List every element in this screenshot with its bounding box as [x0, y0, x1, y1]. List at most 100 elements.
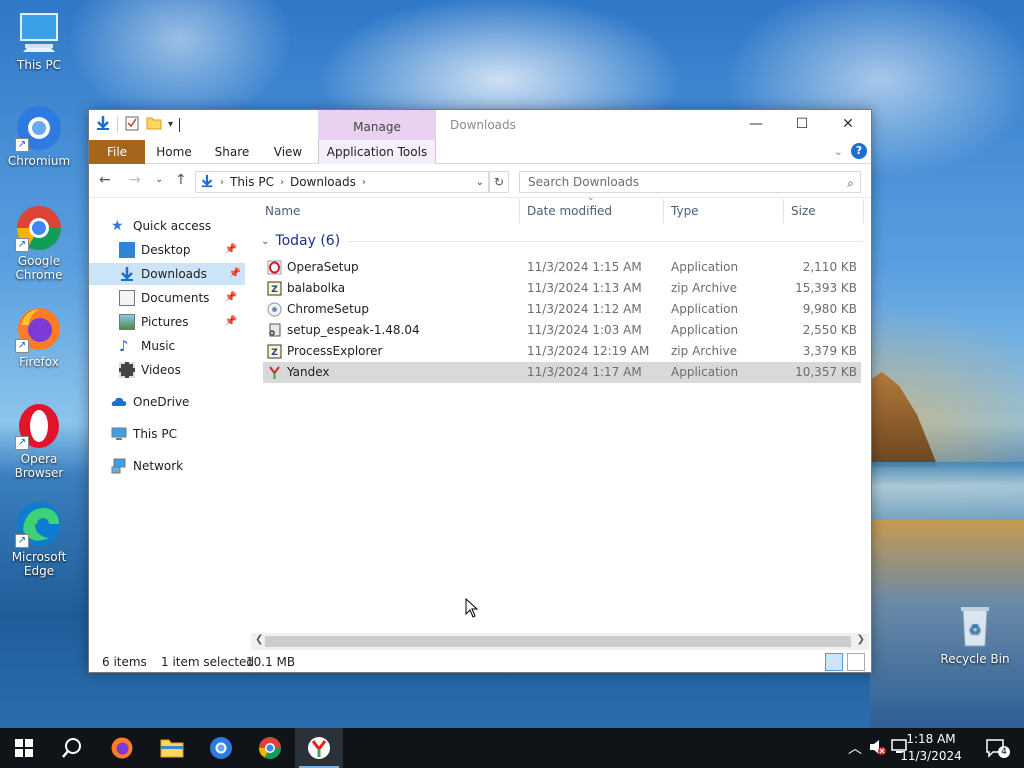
- tab-home[interactable]: Home: [149, 140, 199, 164]
- search-icon: [62, 738, 81, 758]
- breadcrumb-this-pc[interactable]: This PC: [226, 175, 278, 189]
- tab-application-tools[interactable]: Application Tools: [318, 140, 436, 164]
- chevron-right-icon: ›: [279, 176, 284, 188]
- nav-desktop[interactable]: Desktop 📌: [119, 239, 241, 261]
- search-button[interactable]: [48, 728, 96, 768]
- tab-share[interactable]: Share: [207, 140, 257, 164]
- taskbar-yandex[interactable]: [295, 728, 343, 768]
- desktop-icon-google-chrome[interactable]: ↗ Google Chrome: [2, 204, 76, 282]
- breadcrumb-downloads[interactable]: Downloads: [286, 175, 360, 189]
- nav-quick-access[interactable]: ★ Quick access: [111, 215, 241, 237]
- refresh-button[interactable]: ↻: [489, 171, 509, 193]
- new-folder-icon[interactable]: [146, 115, 162, 134]
- address-bar[interactable]: › This PC › Downloads › ⌄: [195, 171, 489, 193]
- file-row[interactable]: OperaSetup 11/3/2024 1:15 AM Application…: [263, 257, 861, 278]
- file-row[interactable]: setup_espeak-1.48.04 11/3/2024 1:03 AM A…: [263, 320, 861, 341]
- desktop-icon-recycle-bin[interactable]: ♻ Recycle Bin: [938, 602, 1012, 666]
- file-size: 9,980 KB: [802, 302, 857, 316]
- tab-manage[interactable]: Manage: [318, 110, 436, 140]
- nav-label: This PC: [133, 427, 177, 441]
- notifications-icon[interactable]: 4: [986, 738, 1010, 761]
- taskbar-chromium[interactable]: [197, 728, 245, 768]
- status-size: 10.1 MB: [246, 655, 296, 669]
- details-view-icon[interactable]: [825, 653, 843, 671]
- opera-setup-icon: [267, 260, 282, 275]
- desktop-icon-chromium[interactable]: ↗ Chromium: [2, 104, 76, 168]
- file-date: 11/3/2024 1:03 AM: [527, 323, 642, 337]
- desktop-icon-firefox[interactable]: ↗ Firefox: [2, 305, 76, 369]
- horizontal-scrollbar[interactable]: ❮ ❯: [251, 633, 869, 650]
- file-name: ChromeSetup: [287, 302, 369, 316]
- view-buttons: [825, 653, 865, 671]
- file-name: setup_espeak-1.48.04: [287, 323, 420, 337]
- file-row-selected[interactable]: Yandex 11/3/2024 1:17 AM Application 10,…: [263, 362, 861, 383]
- close-button[interactable]: ✕: [825, 110, 871, 140]
- recent-locations-button[interactable]: ⌄: [155, 174, 163, 185]
- file-size: 10,357 KB: [795, 365, 857, 379]
- customize-toolbar-icon[interactable]: ▾: [168, 119, 173, 130]
- yandex-icon: [308, 737, 330, 759]
- maximize-button[interactable]: ☐: [779, 110, 825, 140]
- firefox-icon: [111, 737, 133, 759]
- scroll-left-icon[interactable]: ❮: [255, 634, 263, 645]
- status-selected: 1 item selected: [161, 655, 255, 669]
- properties-icon[interactable]: [124, 115, 140, 134]
- file-size: 2,550 KB: [802, 323, 857, 337]
- taskbar-chrome[interactable]: [246, 728, 294, 768]
- nav-downloads[interactable]: Downloads 📌: [89, 263, 245, 285]
- taskbar-file-explorer[interactable]: [148, 728, 196, 768]
- desktop-icon-label: This PC: [17, 58, 61, 72]
- file-row[interactable]: Z ProcessExplorer 11/3/2024 12:19 AM zip…: [263, 341, 861, 362]
- up-button[interactable]: ↑: [175, 172, 187, 188]
- nav-network[interactable]: Network: [111, 455, 241, 477]
- back-button[interactable]: ←: [99, 172, 111, 188]
- column-header-size[interactable]: Size: [787, 199, 861, 223]
- search-input[interactable]: Search Downloads ⌕: [519, 171, 861, 193]
- column-divider: [663, 199, 664, 223]
- file-type: zip Archive: [671, 344, 737, 358]
- file-date: 11/3/2024 1:17 AM: [527, 365, 642, 379]
- column-header-name[interactable]: Name: [261, 199, 519, 223]
- taskbar-clock[interactable]: 1:18 AM 11/3/2024: [896, 731, 966, 765]
- group-header-today[interactable]: ⌄ Today (6): [261, 233, 863, 249]
- desktop-icon-opera[interactable]: ↗ Opera Browser: [2, 402, 76, 480]
- chevron-right-icon: ›: [220, 176, 224, 188]
- file-row[interactable]: Z balabolka 11/3/2024 1:13 AM zip Archiv…: [263, 278, 861, 299]
- column-header-type[interactable]: Type: [667, 199, 781, 223]
- chromium-icon: ↗: [15, 104, 63, 152]
- desktop-icon-this-pc[interactable]: This PC: [2, 8, 76, 72]
- start-button[interactable]: [0, 728, 48, 768]
- scrollbar-thumb[interactable]: [265, 636, 851, 647]
- scroll-right-icon[interactable]: ❯: [857, 634, 865, 645]
- nav-videos[interactable]: Videos: [119, 359, 241, 381]
- file-list-pane: Name Date modified ⌄ Type Size ⌄ Today (…: [261, 193, 865, 639]
- desktop-icon-edge[interactable]: ↗ Microsoft Edge: [2, 500, 76, 578]
- navigation-pane: ★ Quick access Desktop 📌 Downloads 📌 Doc…: [89, 199, 245, 639]
- ribbon-right-controls: ⌄ ?: [834, 143, 867, 159]
- minimize-button[interactable]: —: [733, 110, 779, 140]
- nav-documents[interactable]: Documents 📌: [119, 287, 241, 309]
- address-dropdown-icon[interactable]: ⌄: [476, 177, 488, 188]
- installer-icon: [267, 323, 282, 338]
- status-item-count: 6 items: [102, 655, 147, 669]
- file-row[interactable]: ChromeSetup 11/3/2024 1:12 AM Applicatio…: [263, 299, 861, 320]
- file-type: Application: [671, 365, 739, 379]
- speaker-muted-icon[interactable]: [868, 738, 886, 759]
- help-icon[interactable]: ?: [851, 143, 867, 159]
- shortcut-arrow-icon: ↗: [15, 339, 29, 353]
- large-icons-view-icon[interactable]: [847, 653, 865, 671]
- taskbar-firefox[interactable]: [98, 728, 146, 768]
- forward-button[interactable]: →: [129, 172, 141, 188]
- group-label: Today (6): [275, 233, 341, 249]
- nav-music[interactable]: ♪ Music: [119, 335, 241, 357]
- nav-label: OneDrive: [133, 395, 190, 409]
- search-placeholder: Search Downloads: [528, 175, 639, 189]
- nav-pictures[interactable]: Pictures 📌: [119, 311, 241, 333]
- tab-view[interactable]: View: [265, 140, 311, 164]
- nav-onedrive[interactable]: OneDrive: [111, 391, 241, 413]
- chevron-up-icon[interactable]: ︿: [848, 738, 862, 758]
- column-divider: [519, 199, 520, 223]
- tab-file[interactable]: File: [89, 140, 145, 164]
- nav-this-pc[interactable]: This PC: [111, 423, 241, 445]
- expand-ribbon-icon[interactable]: ⌄: [834, 145, 843, 158]
